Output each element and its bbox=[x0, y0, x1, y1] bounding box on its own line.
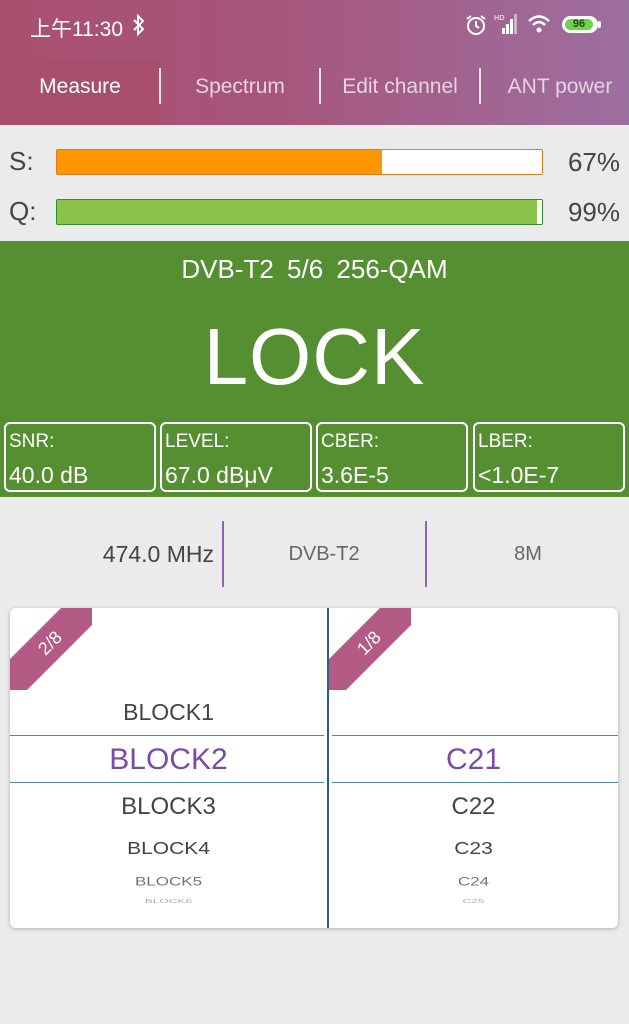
block-option[interactable]: BLOCK6 bbox=[10, 898, 327, 904]
strength-bar bbox=[56, 149, 543, 175]
block-option[interactable]: BLOCK1 bbox=[10, 699, 327, 726]
lock-status-panel: DVB-T2 5/6 256-QAM LOCK SNR: 40.0 dB LEV… bbox=[0, 241, 629, 497]
app-header: 上午11:30 HD 96 Measure Spectrum Edit chan… bbox=[0, 0, 629, 125]
level-label: LEVEL: bbox=[165, 431, 230, 452]
tab-bar: Measure Spectrum Edit channel ANT power bbox=[0, 58, 629, 125]
quality-label: Q: bbox=[9, 196, 37, 226]
strength-bar-fill bbox=[57, 150, 382, 174]
channel-picker-card: 2/8 BLOCK1 BLOCK2 BLOCK3 BLOCK4 BLOCK5 B… bbox=[10, 608, 618, 928]
info-separator bbox=[425, 521, 427, 587]
block-option[interactable]: BLOCK4 bbox=[10, 839, 327, 859]
strength-label: S: bbox=[9, 146, 34, 176]
lber-label: LBER: bbox=[478, 431, 533, 452]
quality-bar bbox=[56, 199, 543, 225]
tab-measure[interactable]: Measure bbox=[0, 58, 160, 125]
selection-line-top bbox=[10, 735, 324, 736]
standard-value: DVB-T2 bbox=[288, 543, 360, 565]
channel-picker-wheel[interactable]: 1/8 C21 C22 C23 C24 C25 bbox=[329, 608, 618, 928]
block-page-ribbon: 2/8 bbox=[10, 608, 92, 690]
snr-value: 40.0 dB bbox=[9, 462, 89, 488]
level-value: 67.0 dBμV bbox=[165, 462, 273, 488]
battery-icon: 96 bbox=[562, 16, 598, 33]
selection-line-top bbox=[332, 735, 618, 736]
lock-status: LOCK bbox=[203, 312, 426, 401]
selection-line-bottom bbox=[332, 782, 618, 783]
channel-option[interactable]: C22 bbox=[329, 793, 618, 821]
lber-box: LBER: <1.0E-7 bbox=[473, 422, 625, 492]
status-bar: 上午11:30 HD 96 bbox=[0, 0, 629, 50]
modulation-info: DVB-T2 5/6 256-QAM bbox=[181, 254, 448, 284]
channel-option[interactable]: C23 bbox=[329, 839, 618, 859]
status-time: 上午11:30 bbox=[30, 18, 123, 41]
block-picker-wheel[interactable]: 2/8 BLOCK1 BLOCK2 BLOCK3 BLOCK4 BLOCK5 B… bbox=[10, 608, 327, 928]
level-box: LEVEL: 67.0 dBμV bbox=[160, 422, 312, 492]
wifi-icon bbox=[528, 15, 550, 33]
signal-quality-meter: Q: 99% bbox=[0, 192, 629, 232]
tab-spectrum[interactable]: Spectrum bbox=[161, 58, 319, 125]
cber-box: CBER: 3.6E-5 bbox=[316, 422, 468, 492]
quality-percent: 99% bbox=[567, 197, 620, 227]
cber-value: 3.6E-5 bbox=[321, 462, 389, 488]
bandwidth-value: 8M bbox=[514, 543, 542, 565]
block-option[interactable]: BLOCK5 bbox=[10, 875, 327, 889]
battery-level: 96 bbox=[565, 19, 593, 30]
lber-value: <1.0E-7 bbox=[478, 462, 560, 488]
block-page-indicator: 2/8 bbox=[10, 608, 92, 690]
quality-bar-fill bbox=[57, 200, 538, 224]
bluetooth-icon bbox=[133, 14, 145, 36]
signal-strength-meter: S: 67% bbox=[0, 142, 629, 182]
channel-option[interactable]: C24 bbox=[329, 875, 618, 889]
tab-ant-power[interactable]: ANT power bbox=[481, 58, 629, 125]
channel-page-indicator: 1/8 bbox=[329, 608, 411, 690]
block-option[interactable]: BLOCK3 bbox=[10, 793, 327, 821]
channel-option-selected[interactable]: C21 bbox=[329, 743, 618, 777]
strength-percent: 67% bbox=[567, 147, 620, 177]
cber-label: CBER: bbox=[321, 431, 380, 452]
battery-tip bbox=[598, 21, 601, 28]
svg-text:HD: HD bbox=[494, 14, 505, 22]
selection-line-bottom bbox=[10, 782, 324, 783]
channel-info-row: 474.0 MHz DVB-T2 8M bbox=[0, 521, 629, 587]
frequency-value: 474.0 MHz bbox=[102, 541, 214, 567]
channel-page-ribbon: 1/8 bbox=[329, 608, 411, 690]
cellular-signal-icon: HD bbox=[494, 14, 517, 34]
block-option-selected[interactable]: BLOCK2 bbox=[10, 743, 327, 777]
tab-edit-channel[interactable]: Edit channel bbox=[321, 58, 479, 125]
snr-box: SNR: 40.0 dB bbox=[4, 422, 156, 492]
channel-option[interactable]: C25 bbox=[329, 898, 618, 904]
snr-label: SNR: bbox=[9, 431, 55, 452]
alarm-icon bbox=[466, 15, 486, 35]
